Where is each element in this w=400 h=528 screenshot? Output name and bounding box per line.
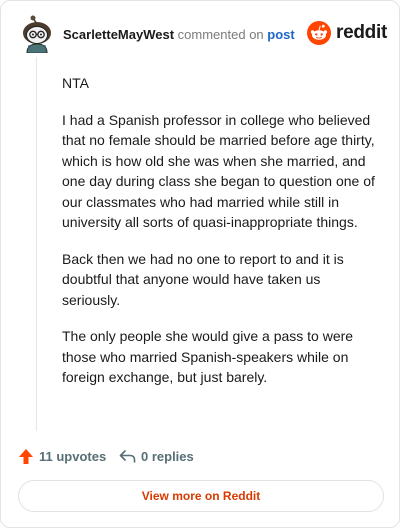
reply-count: 0 replies <box>141 448 194 464</box>
author-line: ScarletteMayWest commented on post <box>63 27 295 43</box>
comment-actions: 11 upvotes 0 replies <box>18 446 378 466</box>
commented-on-text: commented on <box>177 27 264 42</box>
comment-paragraph: NTA <box>62 75 89 91</box>
snoo-avatar-icon <box>23 15 51 54</box>
author-name[interactable]: ScarletteMayWest <box>63 27 174 42</box>
upvote-count: 11 upvotes <box>39 448 107 464</box>
reddit-wordmark: reddit <box>336 22 387 43</box>
comment-paragraph: Back then we had no one to report to and… <box>62 250 344 308</box>
user-avatar[interactable] <box>19 15 55 54</box>
thread-line <box>36 57 37 431</box>
reddit-snoo-icon <box>307 21 331 45</box>
comment-body: NTA I had a Spanish professor in college… <box>62 73 378 404</box>
comment-embed-card: ScarletteMayWest commented on post reddi… <box>0 0 400 528</box>
view-more-on-reddit-button[interactable]: View more on Reddit <box>18 480 384 512</box>
comment-header: ScarletteMayWest commented on post reddi… <box>19 15 387 54</box>
upvote-button[interactable]: 11 upvotes <box>18 446 106 466</box>
replies-button[interactable]: 0 replies <box>119 446 194 466</box>
post-link[interactable]: post <box>267 27 294 42</box>
reddit-logo[interactable]: reddit <box>307 21 387 45</box>
comment-paragraph: The only people she would give a pass to… <box>62 328 354 385</box>
upvote-arrow-icon <box>19 448 33 464</box>
comment-paragraph: I had a Spanish professor in college who… <box>62 111 375 231</box>
reply-arrow-icon <box>119 450 136 463</box>
